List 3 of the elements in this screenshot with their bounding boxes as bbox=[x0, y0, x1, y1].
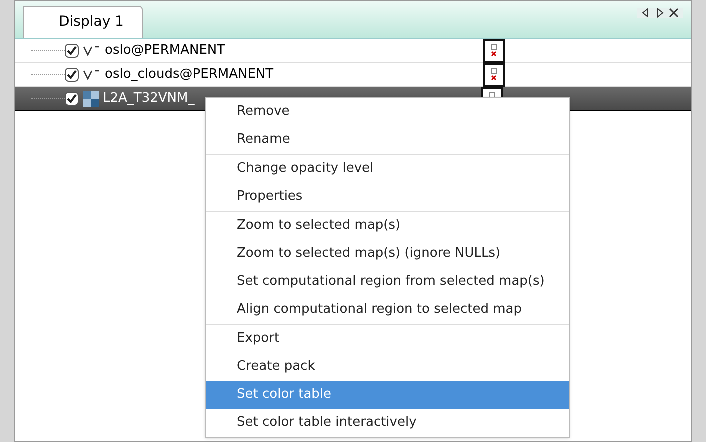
layer-name: L2A_T32VNM_ bbox=[103, 90, 196, 108]
layer-name: oslo@PERMANENT bbox=[105, 42, 226, 60]
layer-name: oslo_clouds@PERMANENT bbox=[105, 66, 275, 84]
